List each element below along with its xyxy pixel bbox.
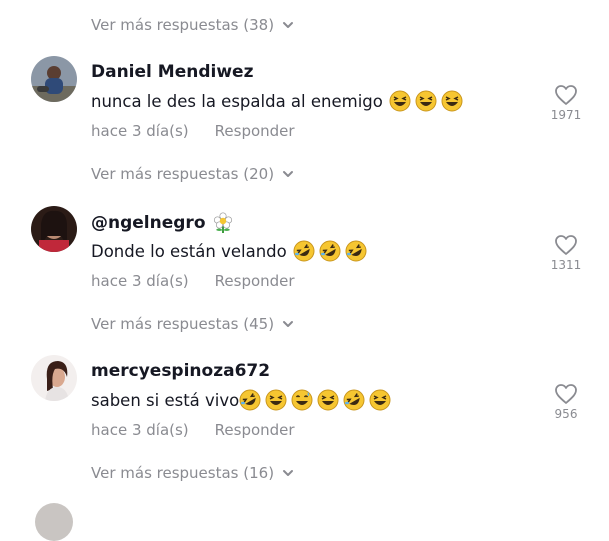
view-more-replies-label: Ver más respuestas (38) (91, 16, 275, 34)
reply-button[interactable]: Responder (215, 421, 295, 439)
comment-text: Donde lo están velando (91, 240, 371, 262)
view-more-replies-button[interactable]: Ver más respuestas (16) (91, 462, 294, 484)
view-more-replies-label: Ver más respuestas (16) (91, 464, 275, 482)
view-more-replies-button[interactable]: Ver más respuestas (45) (91, 313, 294, 335)
like-button[interactable] (552, 383, 580, 405)
grinning-squint-face-icon (369, 389, 391, 411)
like-count: 1311 (550, 258, 582, 272)
avatar[interactable] (31, 56, 77, 102)
grinning-sweat-face-icon (291, 389, 313, 411)
avatar[interactable] (31, 206, 77, 252)
like-count: 1971 (550, 108, 582, 122)
heart-icon (555, 384, 577, 404)
like-button[interactable] (552, 234, 580, 256)
like-count: 956 (554, 407, 578, 421)
like-button[interactable] (552, 84, 580, 106)
reply-button[interactable]: Responder (215, 272, 295, 290)
comment-meta: hace 3 día(s) Responder (91, 122, 295, 140)
rolling-laughing-face-icon (319, 240, 341, 262)
reply-button[interactable]: Responder (215, 122, 295, 140)
grinning-squint-face-icon (317, 389, 339, 411)
grinning-squint-face-icon (415, 90, 437, 112)
blossom-icon (213, 212, 232, 233)
grinning-squint-face-icon (389, 90, 411, 112)
view-more-replies-button[interactable]: Ver más respuestas (20) (91, 163, 294, 185)
comment-time: hace 3 día(s) (91, 421, 189, 439)
rolling-laughing-face-icon (239, 389, 261, 411)
grinning-squint-face-icon (265, 389, 287, 411)
comment-item: Daniel Mendiwez nunca le des la espalda … (0, 56, 609, 176)
grinning-squint-face-icon (441, 90, 463, 112)
rolling-laughing-face-icon (343, 389, 365, 411)
avatar[interactable] (35, 503, 73, 541)
avatar[interactable] (31, 355, 77, 401)
comment-meta: hace 3 día(s) Responder (91, 421, 295, 439)
comment-username[interactable]: mercyespinoza672 (91, 361, 270, 381)
view-more-replies-label: Ver más respuestas (45) (91, 315, 275, 333)
comment-username[interactable]: Daniel Mendiwez (91, 62, 253, 82)
comment-item: mercyespinoza672 saben si está vivo hace… (0, 355, 609, 475)
rolling-laughing-face-icon (345, 240, 367, 262)
heart-icon (555, 235, 577, 255)
view-more-replies-label: Ver más respuestas (20) (91, 165, 275, 183)
comment-text: saben si está vivo (91, 389, 395, 411)
comment-meta: hace 3 día(s) Responder (91, 272, 295, 290)
chevron-down-icon (283, 171, 294, 177)
heart-icon (555, 85, 577, 105)
view-more-replies-button[interactable]: Ver más respuestas (38) (91, 14, 294, 36)
comment-username[interactable]: @ngelnegro (91, 212, 234, 234)
comment-item: @ngelnegro Donde lo están velando hace 3… (0, 206, 609, 326)
comment-time: hace 3 día(s) (91, 272, 189, 290)
chevron-down-icon (283, 470, 294, 476)
comment-text: nunca le des la espalda al enemigo (91, 90, 467, 112)
chevron-down-icon (283, 321, 294, 327)
comment-time: hace 3 día(s) (91, 122, 189, 140)
rolling-laughing-face-icon (293, 240, 315, 262)
chevron-down-icon (283, 22, 294, 28)
